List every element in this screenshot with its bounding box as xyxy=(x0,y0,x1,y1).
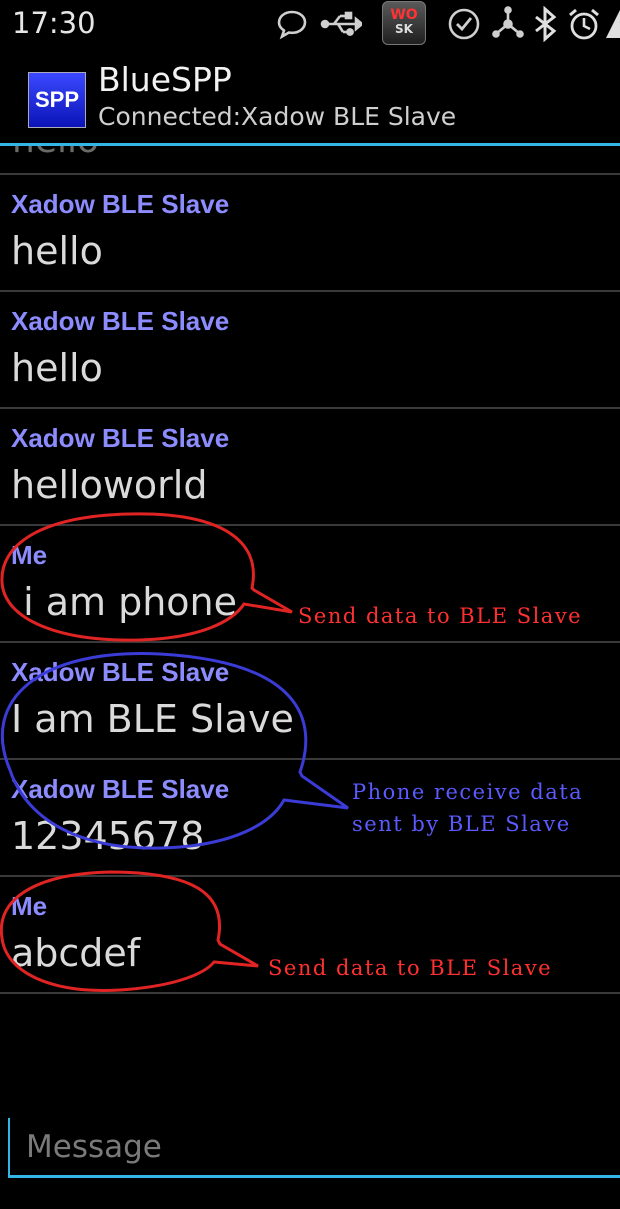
message-sender: Xadow BLE Slave xyxy=(11,774,230,804)
message-sender: Xadow BLE Slave xyxy=(11,657,230,687)
message-sender: Xadow BLE Slave xyxy=(11,423,230,453)
chat-message[interactable]: Xadow BLE Slave helloworld xyxy=(0,407,620,524)
wo-app-icon: WO SK xyxy=(382,1,426,45)
message-text: i am phone xyxy=(11,580,238,624)
action-bar: SPP BlueSPP Connected:Xadow BLE Slave xyxy=(0,48,620,144)
annotation-send-1: Send data to BLE Slave xyxy=(298,604,583,628)
message-text: 12345678 xyxy=(11,814,205,858)
message-sender: Xadow BLE Slave xyxy=(11,306,230,336)
check-circle-icon xyxy=(446,6,482,42)
message-sender: Me xyxy=(11,891,48,921)
share-icon xyxy=(490,6,526,42)
message-sender: Me xyxy=(11,540,48,570)
chat-message[interactable]: Xadow BLE Slave I am BLE Slave xyxy=(0,641,620,758)
app-logo-icon[interactable]: SPP xyxy=(28,72,86,128)
app-title: BlueSPP xyxy=(98,60,232,99)
chat-list[interactable]: hello Xadow BLE Slave hello Xadow BLE Sl… xyxy=(0,146,620,994)
message-text: hello xyxy=(11,346,103,390)
bluetooth-icon xyxy=(528,6,564,42)
status-bar: 17:30 WO SK xyxy=(0,0,620,48)
message-text: helloworld xyxy=(11,463,208,507)
message-sender: Xadow BLE Slave xyxy=(11,189,230,219)
message-text: abcdef xyxy=(11,931,141,975)
chat-message[interactable]: Xadow BLE Slave hello xyxy=(0,290,620,407)
chat-message[interactable]: Xadow BLE Slave hello xyxy=(0,173,620,290)
usb-icon xyxy=(320,6,362,42)
signal-icon xyxy=(604,6,620,42)
chat-bubble-icon xyxy=(274,6,310,42)
message-text: I am BLE Slave xyxy=(11,697,294,741)
alarm-icon xyxy=(566,6,602,42)
list-divider xyxy=(0,992,620,994)
connection-status: Connected:Xadow BLE Slave xyxy=(98,102,457,131)
annotation-receive: Phone receive data sent by BLE Slave xyxy=(352,780,584,836)
status-time: 17:30 xyxy=(12,6,96,40)
message-text: hello xyxy=(11,229,103,273)
annotation-send-2: Send data to BLE Slave xyxy=(268,956,553,980)
message-input[interactable] xyxy=(8,1118,620,1178)
partial-message: hello xyxy=(12,146,99,161)
